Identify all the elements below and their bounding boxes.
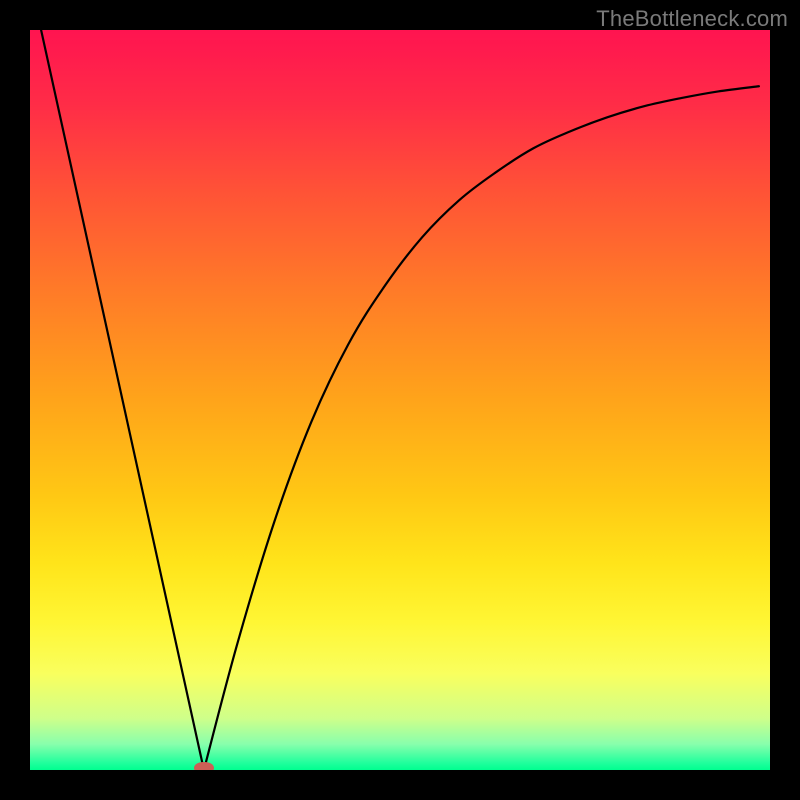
watermark-text: TheBottleneck.com [596,6,788,32]
chart-frame: TheBottleneck.com [0,0,800,800]
plot-area [30,30,770,770]
bottleneck-curve [30,30,770,770]
minimum-marker-icon [194,762,214,770]
